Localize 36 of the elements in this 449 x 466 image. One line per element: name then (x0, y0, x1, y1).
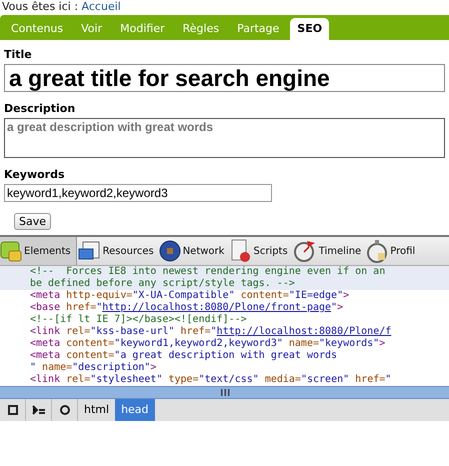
save-button[interactable]: Save (14, 213, 52, 230)
code-line: <meta content="keyword1,keyword2,keyword3" name="keywords"> (29, 338, 386, 350)
breadcrumb-link[interactable]: Accueil (82, 0, 121, 13)
devtools-tab[interactable]: Scripts (229, 237, 293, 265)
resources-panel-icon (76, 240, 101, 262)
tab[interactable]: SEO (290, 18, 330, 40)
description-textarea[interactable]: a great description with great words (4, 118, 445, 158)
elements-panel-icon (0, 240, 22, 262)
code-line: <!--[if lt IE 7]></base><![endif]--> (29, 314, 248, 326)
console-icon[interactable] (32, 405, 46, 415)
code-line: <link rel="stylesheet" type="text/css" media="screen" href=" (29, 374, 392, 386)
search-icon[interactable] (60, 405, 70, 415)
title-input[interactable]: a great title for search engine (4, 64, 445, 92)
devtools-tab[interactable]: Profil (366, 237, 420, 265)
devtools-tab[interactable]: Timeline (292, 237, 366, 265)
devtools-tab[interactable]: Network (158, 237, 230, 265)
grip-icon[interactable] (220, 389, 230, 396)
code-line: <meta http-equiv="X-UA-Compatible" content="IE=edge"> (29, 290, 350, 302)
code-line: " name="description"> (29, 362, 158, 374)
devtools-tab[interactable]: Resources (76, 237, 159, 265)
code-line: <link rel="kss-base-url" href="http://localhost:8080/Plone/f (29, 326, 392, 338)
stopwatch-icon (292, 239, 317, 263)
field-label: Title (4, 48, 33, 61)
globe-icon (158, 240, 181, 262)
devtools-tab[interactable]: Elements (0, 237, 77, 265)
code-line: <meta content="a great description with great words (29, 350, 338, 362)
dom-breadcrumb[interactable]: head (115, 399, 155, 421)
stopwatch-icon (366, 239, 388, 263)
breadcrumb-label: Vous êtes ici : (2, 0, 78, 13)
dom-breadcrumb[interactable]: html (78, 399, 116, 421)
scripts-panel-icon (229, 239, 252, 263)
code-line: <base href="http://localhost:8080/Plone/front-page"> (29, 302, 344, 314)
dock-icon[interactable] (8, 405, 18, 415)
keywords-input[interactable]: keyword1,keyword2,keyword3 (4, 184, 272, 202)
field-label: Description (4, 102, 76, 115)
field-label: Keywords (4, 168, 66, 181)
